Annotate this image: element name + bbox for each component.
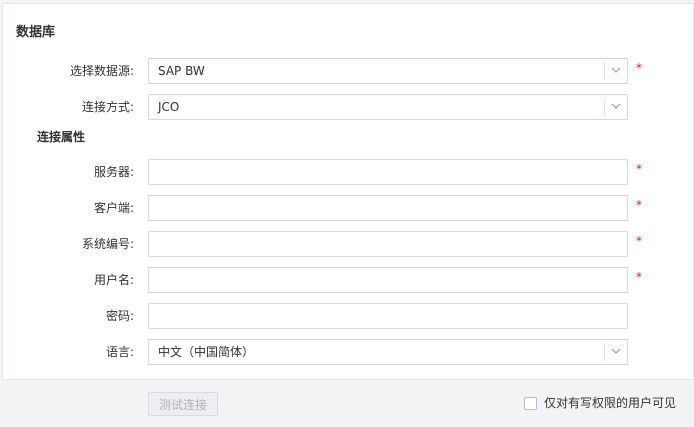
system-number-field-wrap [148,231,628,257]
language-select-value: 中文（中国简体） [158,345,255,359]
datasource-row: 选择数据源: SAP BW * [0,58,692,84]
username-input[interactable] [149,268,627,292]
chevron-down-icon[interactable] [604,98,627,116]
datasource-select-value: SAP BW [158,64,205,78]
connection-mode-select[interactable]: JCO [148,94,628,120]
write-permission-checkbox[interactable] [524,397,537,410]
password-label: 密码: [105,309,134,323]
connection-mode-select-value: JCO [158,100,180,114]
required-marker: * [636,198,642,212]
password-field-wrap [148,303,628,329]
page-title: 数据库 [16,25,56,40]
username-field-wrap [148,267,628,293]
connection-mode-row: 连接方式: JCO [0,94,692,120]
server-row: 服务器: * [0,159,692,185]
server-field-wrap [148,159,628,185]
chevron-down-icon[interactable] [604,343,627,361]
password-input[interactable] [149,304,627,328]
username-row: 用户名: * [0,267,692,293]
datasource-label: 选择数据源: [69,64,134,78]
required-marker: * [636,162,642,176]
connection-properties-title: 连接属性 [37,130,86,144]
test-connection-button[interactable]: 测试连接 [148,392,218,416]
required-marker: * [636,61,642,75]
server-label: 服务器: [93,165,134,179]
system-number-row: 系统编号: * [0,231,692,257]
language-row: 语言: 中文（中国简体） [0,339,692,365]
password-row: 密码: [0,303,692,329]
client-label: 客户端: [93,201,134,215]
system-number-input[interactable] [149,232,627,256]
client-field-wrap [148,195,628,221]
required-marker: * [636,234,642,248]
required-marker: * [636,270,642,284]
connection-mode-label: 连接方式: [81,100,134,114]
server-input[interactable] [149,160,627,184]
datasource-select[interactable]: SAP BW [148,58,628,84]
language-select[interactable]: 中文（中国简体） [148,339,628,365]
client-row: 客户端: * [0,195,692,221]
client-input[interactable] [149,196,627,220]
system-number-label: 系统编号: [81,237,134,251]
language-label: 语言: [105,345,134,359]
chevron-down-icon[interactable] [604,62,627,80]
username-label: 用户名: [93,273,134,287]
write-permission-checkbox-label[interactable]: 仅对有写权限的用户可见 [544,396,676,411]
